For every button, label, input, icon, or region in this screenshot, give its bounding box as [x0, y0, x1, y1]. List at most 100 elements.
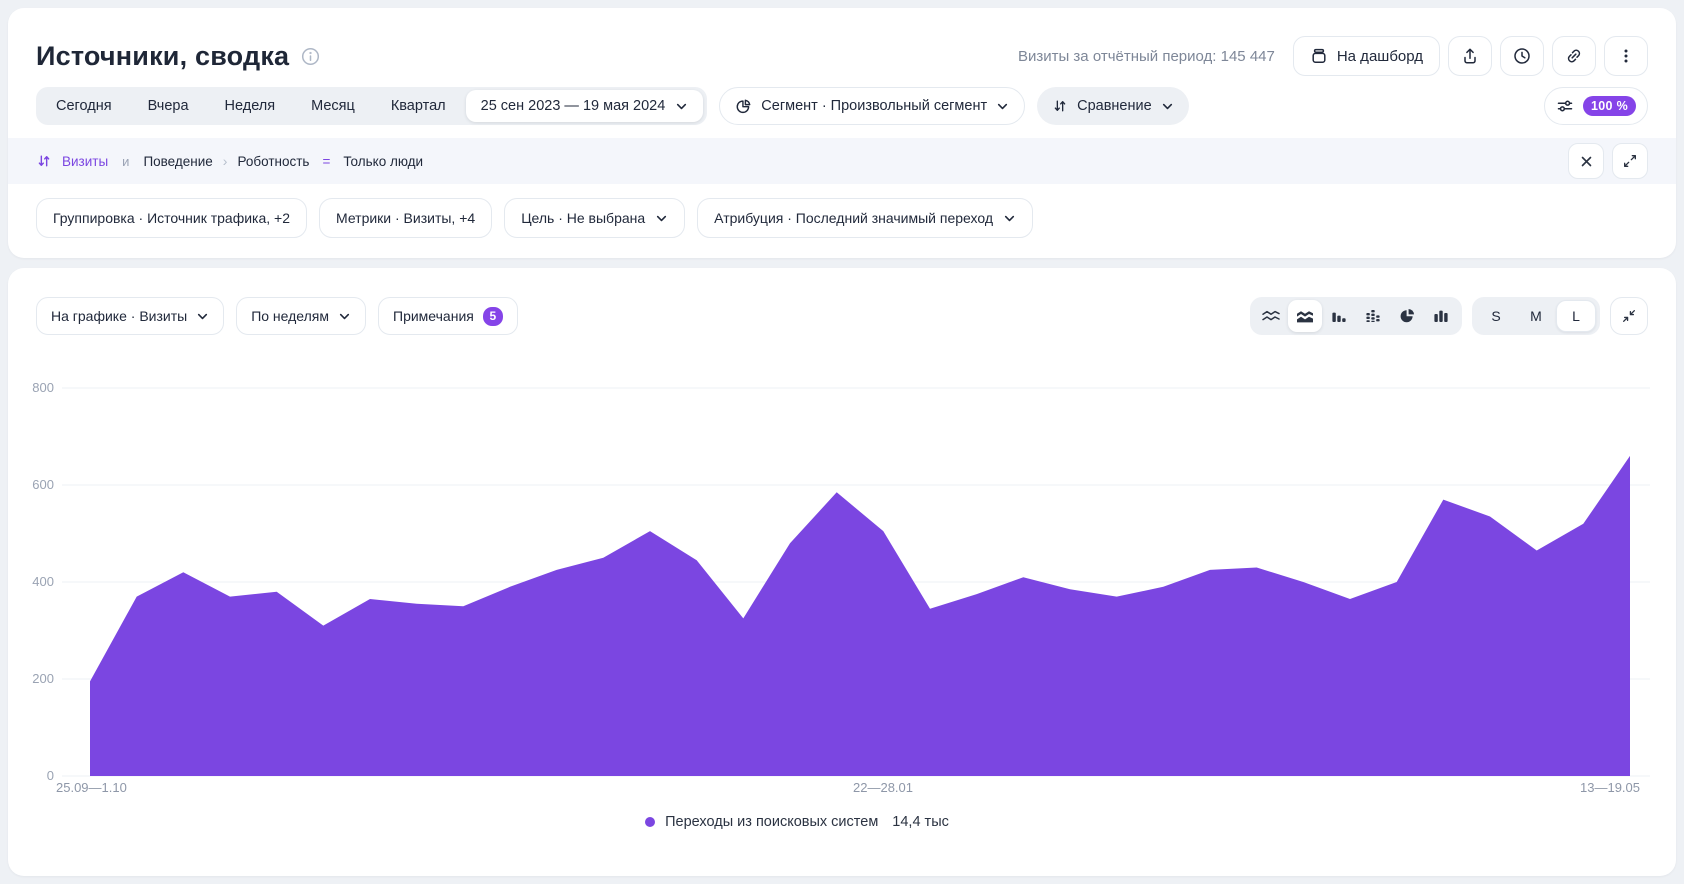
- segment-button[interactable]: Сегмент · Произвольный сегмент: [719, 87, 1025, 125]
- chevron-down-icon: [655, 212, 668, 225]
- chart-size-group: S M L: [1472, 297, 1600, 335]
- filter-value[interactable]: Только люди: [343, 154, 423, 169]
- x-label-end: 13—19.05: [1580, 780, 1640, 795]
- filter-conjunction: и: [122, 154, 129, 169]
- notes-label: Примечания: [393, 308, 474, 324]
- filter-attribute[interactable]: Роботность: [237, 154, 309, 169]
- compare-icon: [1052, 98, 1068, 114]
- link-button[interactable]: [1552, 36, 1596, 76]
- area-chart-icon: [1295, 307, 1315, 325]
- dashboard-button[interactable]: На дашборд: [1293, 36, 1440, 76]
- on-chart-metric-button[interactable]: На графике · Визиты: [36, 297, 224, 335]
- x-label-middle: 22—28.01: [853, 780, 913, 795]
- header-row: Источники, сводка Визиты за отчётный пер…: [36, 34, 1648, 78]
- header-actions: Визиты за отчётный период: 145 447 На да…: [1018, 36, 1648, 76]
- summary-card: Источники, сводка Визиты за отчётный пер…: [8, 8, 1676, 258]
- visits-area: [90, 456, 1630, 776]
- chart-controls: На графике · Визиты По неделям Примечани…: [36, 297, 1648, 335]
- sampling-button[interactable]: 100 %: [1544, 87, 1648, 125]
- chart-type-stacked-bars-button[interactable]: [1356, 300, 1390, 332]
- chart-type-area-button[interactable]: [1288, 300, 1322, 332]
- chevron-down-icon: [675, 100, 688, 113]
- column-chart-icon: [1432, 307, 1450, 325]
- grouping-chip[interactable]: Группировка · Источник трафика, +2: [36, 198, 307, 238]
- metrics-chip[interactable]: Метрики · Визиты, +4: [319, 198, 492, 238]
- attribution-chip[interactable]: Атрибуция · Последний значимый переход: [697, 198, 1033, 238]
- clear-filter-button[interactable]: [1568, 143, 1604, 179]
- tab-yesterday[interactable]: Вчера: [130, 89, 207, 123]
- dashboard-button-label: На дашборд: [1337, 48, 1423, 65]
- pie-chart-icon: [1398, 307, 1416, 325]
- granularity-label: По неделям: [251, 308, 329, 324]
- dashboard-icon: [1310, 47, 1328, 65]
- bar-chart-icon: [1330, 307, 1348, 325]
- goal-chip[interactable]: Цель · Не выбрана: [504, 198, 685, 238]
- chevron-down-icon: [338, 310, 351, 323]
- chart-card: На графике · Визиты По неделям Примечани…: [8, 268, 1676, 876]
- chevron-down-icon: [1003, 212, 1016, 225]
- granularity-button[interactable]: По неделям: [236, 297, 366, 335]
- sliders-icon: [1556, 97, 1574, 115]
- chevron-down-icon: [196, 310, 209, 323]
- size-m-button[interactable]: M: [1516, 300, 1556, 332]
- tab-month[interactable]: Месяц: [293, 89, 373, 123]
- chart-view-controls: S M L: [1250, 297, 1648, 335]
- share-button[interactable]: [1448, 36, 1492, 76]
- close-icon: [1579, 154, 1594, 169]
- filter-path-separator: ›: [223, 153, 228, 169]
- chevron-down-icon: [1161, 100, 1174, 113]
- line-chart-icon: [1261, 307, 1281, 325]
- notes-button[interactable]: Примечания 5: [378, 297, 518, 335]
- date-range-button[interactable]: 25 сен 2023 — 19 мая 2024: [466, 90, 704, 122]
- chart-type-columns-button[interactable]: [1424, 300, 1458, 332]
- segment-pie-icon: [735, 98, 752, 115]
- compare-label: Сравнение: [1077, 98, 1152, 114]
- visits-summary: Визиты за отчётный период: 145 447: [1018, 48, 1275, 65]
- compare-button[interactable]: Сравнение: [1037, 87, 1189, 125]
- expand-icon: [1622, 153, 1638, 169]
- tab-today[interactable]: Сегодня: [38, 89, 130, 123]
- metrics-chip-label: Метрики · Визиты, +4: [336, 210, 475, 226]
- collapse-icon: [1621, 308, 1637, 324]
- x-label-start: 25.09—1.10: [56, 780, 127, 795]
- segmentation-bar: Визиты и Поведение › Роботность = Только…: [8, 138, 1676, 184]
- tab-week[interactable]: Неделя: [207, 89, 294, 123]
- info-button[interactable]: [301, 47, 320, 66]
- compare-icon: [36, 153, 52, 169]
- on-chart-metric-label: На графике · Визиты: [51, 308, 187, 324]
- attribution-chip-label: Атрибуция · Последний значимый переход: [714, 210, 993, 226]
- segmentation-actions: [1568, 143, 1648, 179]
- chevron-down-icon: [996, 100, 1009, 113]
- share-icon: [1461, 47, 1479, 65]
- grouping-chip-label: Группировка · Источник трафика, +2: [53, 210, 290, 226]
- chart-type-bars-button[interactable]: [1322, 300, 1356, 332]
- size-s-button[interactable]: S: [1476, 300, 1516, 332]
- filter-operator: =: [322, 154, 330, 169]
- toolbar: Сегодня Вчера Неделя Месяц Квартал 25 се…: [36, 87, 1648, 125]
- stacked-bar-chart-icon: [1364, 307, 1382, 325]
- filter-path[interactable]: Поведение: [143, 154, 212, 169]
- history-button[interactable]: [1500, 36, 1544, 76]
- filter-metric[interactable]: Визиты: [62, 154, 108, 169]
- chart-legend[interactable]: Переходы из поисковых систем 14,4 тыс: [0, 814, 1631, 830]
- legend-series-name: Переходы из поисковых систем: [665, 814, 878, 830]
- visits-area-chart[interactable]: [8, 340, 1676, 780]
- settings-chips: Группировка · Источник трафика, +2 Метри…: [36, 198, 1033, 238]
- legend-dot: [645, 817, 655, 827]
- period-tab-group: Сегодня Вчера Неделя Месяц Квартал 25 се…: [36, 87, 707, 125]
- chart-type-group: [1250, 297, 1462, 335]
- date-range-label: 25 сен 2023 — 19 мая 2024: [481, 98, 666, 114]
- legend-series-total: 14,4 тыс: [892, 814, 949, 830]
- tab-quarter[interactable]: Квартал: [373, 89, 464, 123]
- size-l-button[interactable]: L: [1556, 300, 1596, 332]
- chart-type-line-button[interactable]: [1254, 300, 1288, 332]
- goal-chip-label: Цель · Не выбрана: [521, 210, 645, 226]
- chart-type-pie-button[interactable]: [1390, 300, 1424, 332]
- more-button[interactable]: [1604, 36, 1648, 76]
- link-icon: [1565, 47, 1583, 65]
- clock-icon: [1513, 47, 1531, 65]
- page-title: Источники, сводка: [36, 41, 289, 72]
- expand-filter-button[interactable]: [1612, 143, 1648, 179]
- segment-label: Сегмент · Произвольный сегмент: [761, 98, 987, 114]
- collapse-chart-button[interactable]: [1610, 297, 1648, 335]
